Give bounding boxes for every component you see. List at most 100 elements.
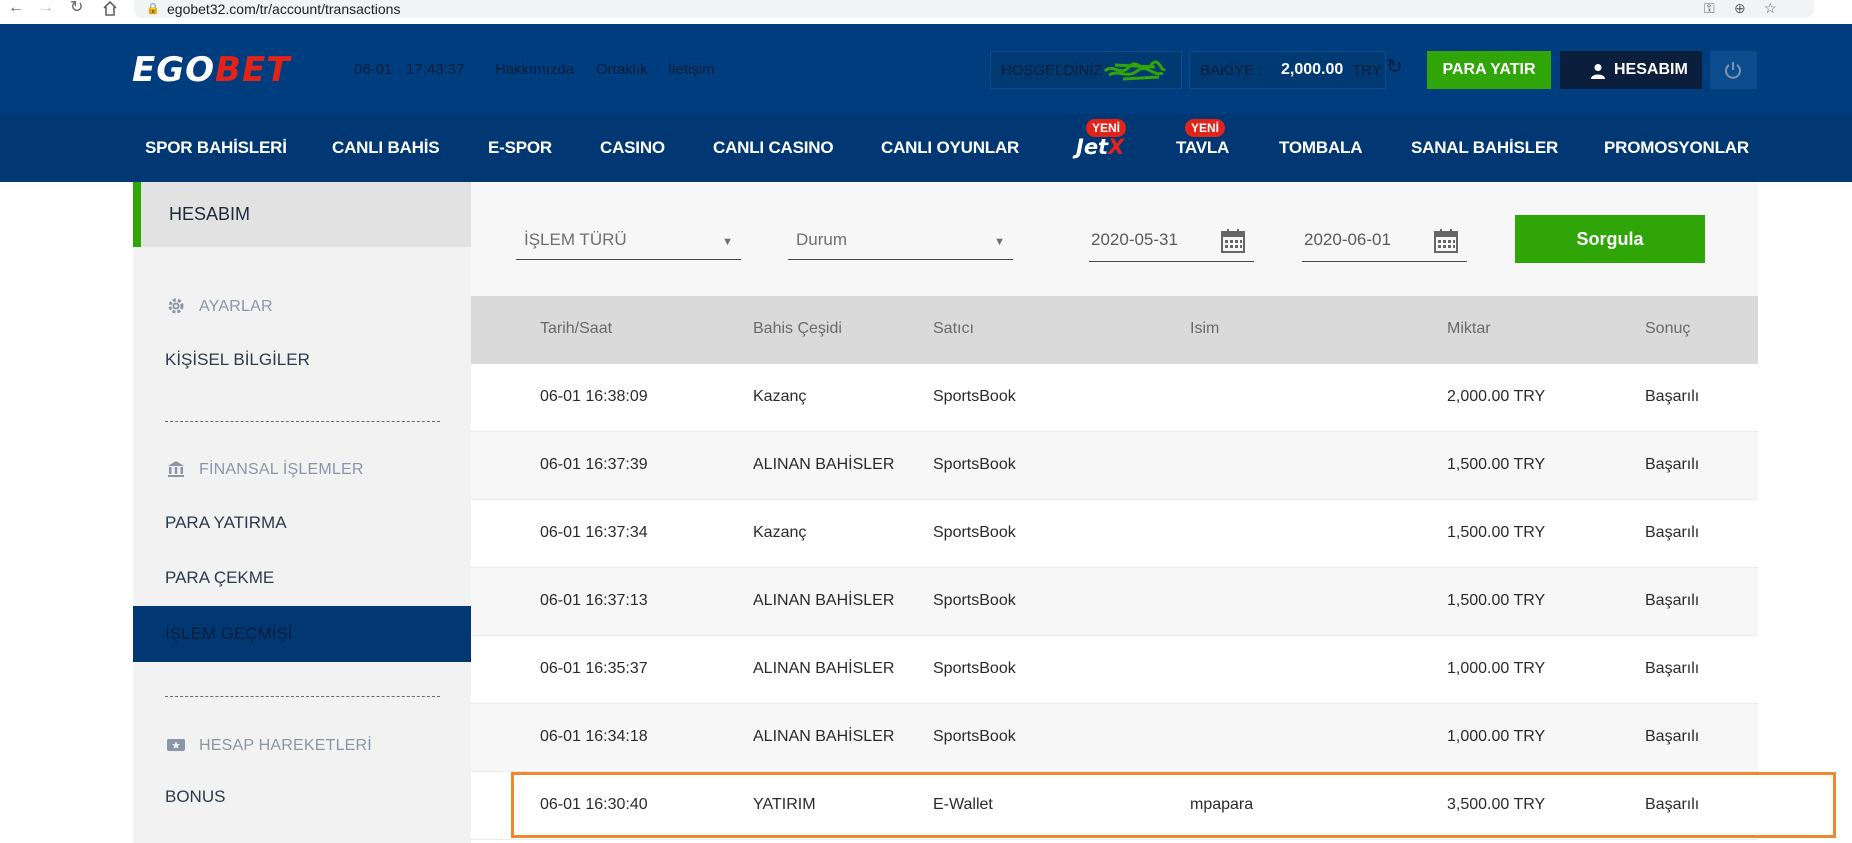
bank-icon [168, 461, 184, 477]
date-from-input[interactable]: 2020-05-31 [1089, 224, 1254, 262]
refresh-balance-icon[interactable]: ↻ [1386, 54, 1403, 79]
redacted-username-scribble [1103, 60, 1167, 81]
sidebar-item-deposit[interactable]: PARA YATIRMA [165, 513, 287, 533]
link-contact[interactable]: İletişim [668, 61, 715, 78]
arrow-right-icon[interactable]: → [38, 0, 54, 20]
caret-down-icon: ▼ [994, 236, 1005, 248]
date-to-input[interactable]: 2020-06-01 [1302, 224, 1467, 262]
cell-bet-type: Kazanç [753, 524, 807, 541]
table-row: 06-01 16:37:13 ALINAN BAHİSLER SportsBoo… [471, 568, 1758, 636]
cell-amount: 1,500.00 TRY [1447, 524, 1546, 541]
nav-jetx[interactable]: JetX [1076, 135, 1124, 159]
gear-icon [168, 298, 184, 314]
column-datetime[interactable]: Tarih/Saat [540, 320, 612, 338]
balance-currency: TRY [1352, 62, 1382, 79]
cell-datetime: 06-01 16:34:18 [540, 728, 648, 745]
column-bet-type[interactable]: Bahis Çeşidi [753, 320, 842, 338]
nav-live-betting[interactable]: CANLI BAHİS [332, 138, 440, 158]
account-sidebar: HESABIM AYARLAR KİŞİSEL BİLGİLER FİNANSA… [133, 182, 471, 843]
cell-bet-type: ALINAN BAHİSLER [753, 660, 895, 677]
cell-vendor: SportsBook [933, 388, 1016, 405]
query-button[interactable]: Sorgula [1515, 215, 1705, 263]
cell-vendor: SportsBook [933, 456, 1016, 473]
cell-amount: 1,000.00 TRY [1447, 728, 1546, 745]
cell-vendor: SportsBook [933, 524, 1016, 541]
calendar-icon[interactable] [1220, 228, 1246, 254]
table-row: 06-01 16:37:34 Kazanç SportsBook 1,500.0… [471, 500, 1758, 568]
nav-promotions[interactable]: PROMOSYONLAR [1604, 138, 1749, 158]
status-select[interactable]: Durum ▼ [788, 224, 1013, 260]
new-badge-tavla: YENİ [1185, 119, 1226, 137]
sidebar-section-finance: FİNANSAL İŞLEMLER [165, 459, 445, 481]
column-name[interactable]: Isim [1190, 320, 1219, 338]
cell-result: Başarılı [1645, 660, 1700, 677]
reload-icon[interactable]: ↻ [70, 0, 83, 20]
transactions-panel: İŞLEM TÜRÜ ▼ Durum ▼ 2020-05-31 2020-06-… [471, 182, 1758, 843]
link-affiliate[interactable]: Ortaklık [596, 61, 648, 78]
sidebar-item-withdraw[interactable]: PARA ÇEKME [165, 568, 274, 588]
url-text[interactable]: egobet32.com/tr/account/transactions [167, 1, 400, 17]
nav-live-games[interactable]: CANLI OYUNLAR [881, 138, 1019, 158]
sidebar-divider [165, 696, 440, 697]
nav-virtual-betting[interactable]: SANAL BAHİSLER [1411, 138, 1558, 158]
cell-bet-type: ALINAN BAHİSLER [753, 728, 895, 745]
power-icon [1725, 62, 1741, 79]
table-row: 06-01 16:34:18 ALINAN BAHİSLER SportsBoo… [471, 704, 1758, 772]
key-icon[interactable]: ⚿ [1704, 0, 1715, 17]
nav-live-casino[interactable]: CANLI CASINO [713, 138, 834, 158]
jetx-jet: Jet [1076, 135, 1109, 159]
cell-bet-type: Kazanç [753, 388, 807, 405]
cell-amount: 1,000.00 TRY [1447, 660, 1546, 677]
table-row: 06-01 16:38:09 Kazanç SportsBook 2,000.0… [471, 364, 1758, 432]
site-header: EGOBET 06-01 17:43:37 Hakkımızda Ortaklı… [0, 24, 1852, 114]
sidebar-section-account-activity: HESAP HAREKETLERİ [165, 735, 445, 757]
logout-button[interactable] [1710, 51, 1757, 89]
home-icon[interactable] [102, 0, 118, 16]
sidebar-title: HESABIM [133, 182, 471, 247]
welcome-label: HOŞGELDİNİZ [1001, 62, 1103, 79]
cell-result: Başarılı [1645, 524, 1700, 541]
sidebar-item-personal-info[interactable]: KİŞİSEL BİLGİLER [165, 350, 310, 370]
cell-bet-type: ALINAN BAHİSLER [753, 456, 895, 473]
nav-tombala[interactable]: TOMBALA [1279, 138, 1362, 158]
nav-tavla[interactable]: TAVLA [1176, 138, 1229, 158]
cell-datetime: 06-01 16:37:34 [540, 524, 648, 541]
egobet-logo[interactable]: EGOBET [132, 53, 290, 87]
star-icon[interactable]: ☆ [1764, 0, 1777, 17]
cell-amount: 2,000.00 TRY [1447, 388, 1546, 405]
browser-toolbar: ← → ↻ 🔒 egobet32.com/tr/account/transact… [0, 0, 1852, 24]
header-date: 06-01 [354, 61, 393, 78]
calendar-icon[interactable] [1433, 228, 1459, 254]
nav-sports-betting[interactable]: SPOR BAHİSLERİ [145, 138, 287, 158]
address-bar[interactable]: 🔒 egobet32.com/tr/account/transactions ⚿… [134, 0, 1814, 18]
welcome-box: HOŞGELDİNİZ [990, 51, 1182, 89]
arrow-left-icon[interactable]: ← [8, 0, 24, 20]
column-result[interactable]: Sonuç [1645, 320, 1690, 338]
main-navigation: SPOR BAHİSLERİ CANLI BAHİS E-SPOR CASINO… [0, 114, 1852, 182]
cell-datetime: 06-01 16:37:39 [540, 456, 648, 473]
transaction-type-select[interactable]: İŞLEM TÜRÜ ▼ [516, 224, 741, 260]
cell-result: Başarılı [1645, 388, 1700, 405]
lock-icon: 🔒 [146, 3, 160, 15]
sidebar-item-history[interactable]: İŞLEM GEÇMİŞİ [133, 606, 471, 662]
cell-result: Başarılı [1645, 456, 1700, 473]
deposit-button[interactable]: PARA YATIR [1427, 51, 1551, 89]
filter-bar: İŞLEM TÜRÜ ▼ Durum ▼ 2020-05-31 2020-06-… [471, 182, 1758, 296]
jetx-x: X [1108, 135, 1125, 159]
nav-casino[interactable]: CASINO [600, 138, 665, 158]
balance-label: BAKİYE : [1200, 62, 1263, 79]
caret-down-icon: ▼ [722, 236, 733, 248]
account-button[interactable]: HESABIM [1560, 51, 1702, 89]
cell-result: Başarılı [1645, 728, 1700, 745]
nav-esports[interactable]: E-SPOR [488, 138, 552, 158]
link-about[interactable]: Hakkımızda [495, 61, 574, 78]
date-from-value: 2020-05-31 [1091, 230, 1178, 249]
column-vendor[interactable]: Satıcı [933, 320, 974, 338]
zoom-icon[interactable]: ⊕ [1734, 0, 1746, 17]
column-amount[interactable]: Miktar [1447, 320, 1491, 338]
cell-result: Başarılı [1645, 592, 1700, 609]
sidebar-item-bonus[interactable]: BONUS [165, 787, 225, 807]
cell-amount: 1,500.00 TRY [1447, 456, 1546, 473]
finance-heading: FİNANSAL İŞLEMLER [199, 461, 364, 478]
cell-bet-type: ALINAN BAHİSLER [753, 592, 895, 609]
